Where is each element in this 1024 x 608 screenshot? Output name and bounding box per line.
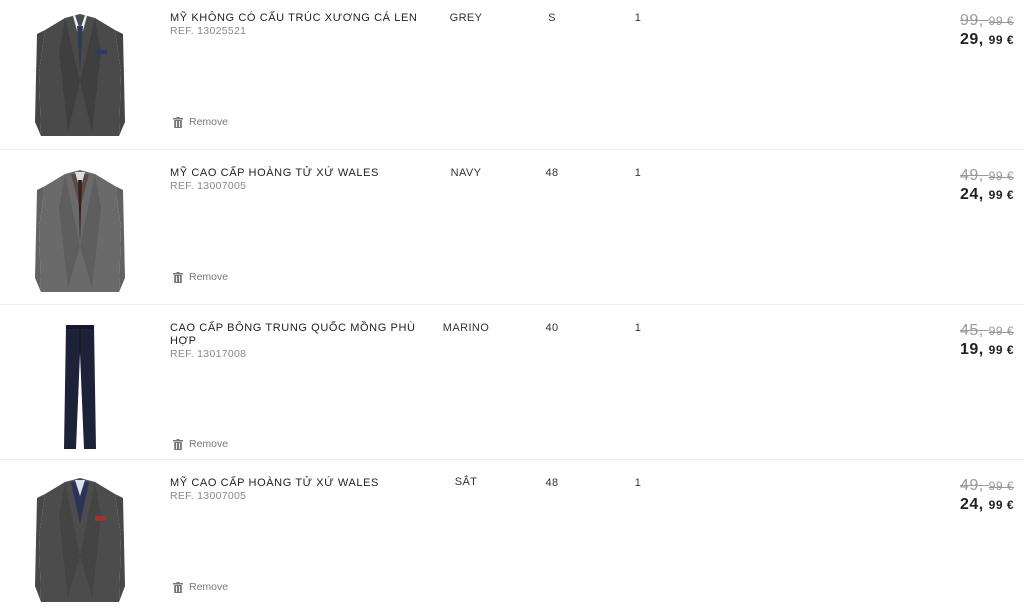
cart-item-row: MỸ CAO CẤP HOÀNG TỬ XỨ WALES REF. 130070… xyxy=(0,460,1024,608)
product-name-text[interactable]: CAO CẤP BÔNG TRUNG QUỐC MỒNG PHÙ HỢP xyxy=(170,322,416,347)
price-block: 45, 99 € 19, 99 € xyxy=(960,322,1014,360)
product-color: NAVY xyxy=(450,167,482,179)
product-size: 40 xyxy=(545,322,559,334)
cart-item-row: CAO CẤP BÔNG TRUNG QUỐC MỒNG PHÙ HỢP REF… xyxy=(0,305,1024,460)
product-quantity[interactable]: 1 xyxy=(620,477,656,489)
product-quantity[interactable]: 1 xyxy=(620,12,656,24)
trash-icon xyxy=(173,438,183,450)
remove-label: Remove xyxy=(189,438,229,450)
product-ref: REF. 13025521 xyxy=(170,25,247,37)
remove-button[interactable]: Remove xyxy=(173,581,228,593)
original-price: 49, 99 € xyxy=(959,167,1014,184)
product-image[interactable] xyxy=(30,168,130,296)
product-name-text[interactable]: MỸ KHÔNG CÓ CẤU TRÚC XƯƠNG CÁ LEN xyxy=(170,12,417,24)
product-size: 48 xyxy=(545,167,559,179)
remove-button[interactable]: Remove xyxy=(173,271,228,283)
sale-price: 29, 99 € xyxy=(959,31,1014,48)
price-block: 99, 99 € 29, 99 € xyxy=(960,12,1014,50)
cart-item-list: MỸ KHÔNG CÓ CẤU TRÚC XƯƠNG CÁ LEN REF. 1… xyxy=(0,0,1024,608)
product-quantity[interactable]: 1 xyxy=(620,167,656,179)
sale-price: 24, 99 € xyxy=(959,496,1014,513)
cart-item-row: MỸ KHÔNG CÓ CẤU TRÚC XƯƠNG CÁ LEN REF. 1… xyxy=(0,0,1024,150)
cart-item-row: MỸ CAO CẤP HOÀNG TỬ XỨ WALES REF. 130070… xyxy=(0,150,1024,305)
trash-icon xyxy=(173,271,183,283)
original-price: 49, 99 € xyxy=(959,477,1014,494)
product-name-text[interactable]: MỸ CAO CẤP HOÀNG TỬ XỨ WALES xyxy=(170,477,379,489)
product-name-text[interactable]: MỸ CAO CẤP HOÀNG TỬ XỨ WALES xyxy=(170,167,379,179)
remove-label: Remove xyxy=(189,116,229,128)
product-color: GREY xyxy=(449,12,483,24)
product-name[interactable]: MỸ CAO CẤP HOÀNG TỬ XỨ WALES REF. 130070… xyxy=(170,167,430,193)
product-image[interactable] xyxy=(30,323,130,451)
original-price: 45, 99 € xyxy=(959,322,1014,339)
product-quantity[interactable]: 1 xyxy=(620,322,656,334)
check-blazer-icon xyxy=(35,478,125,602)
sale-price: 24, 99 € xyxy=(959,186,1014,203)
product-size: S xyxy=(548,12,556,24)
product-name[interactable]: MỸ KHÔNG CÓ CẤU TRÚC XƯƠNG CÁ LEN REF. 1… xyxy=(170,12,430,38)
original-price: 99, 99 € xyxy=(959,12,1014,29)
sale-price: 19, 99 € xyxy=(959,341,1014,358)
product-color: SẮT xyxy=(454,476,478,488)
remove-label: Remove xyxy=(189,581,229,593)
trash-icon xyxy=(173,116,183,128)
remove-button[interactable]: Remove xyxy=(173,116,228,128)
grey-herringbone-blazer-icon xyxy=(35,14,125,136)
product-name[interactable]: MỸ CAO CẤP HOÀNG TỬ XỨ WALES REF. 130070… xyxy=(170,477,430,503)
prince-of-wales-blazer-icon xyxy=(35,170,125,292)
product-ref: REF. 13017008 xyxy=(170,348,247,360)
product-ref: REF. 13007005 xyxy=(170,180,247,192)
product-name[interactable]: CAO CẤP BÔNG TRUNG QUỐC MỒNG PHÙ HỢP REF… xyxy=(170,322,430,361)
product-size: 48 xyxy=(545,477,559,489)
product-image[interactable] xyxy=(30,12,130,140)
navy-chino-trousers-icon xyxy=(64,325,96,449)
remove-button[interactable]: Remove xyxy=(173,438,228,450)
trash-icon xyxy=(173,581,183,593)
product-ref: REF. 13007005 xyxy=(170,490,247,502)
price-block: 49, 99 € 24, 99 € xyxy=(960,477,1014,515)
remove-label: Remove xyxy=(189,271,229,283)
price-block: 49, 99 € 24, 99 € xyxy=(960,167,1014,205)
product-image[interactable] xyxy=(30,476,130,604)
product-color: MARINO xyxy=(442,322,490,334)
